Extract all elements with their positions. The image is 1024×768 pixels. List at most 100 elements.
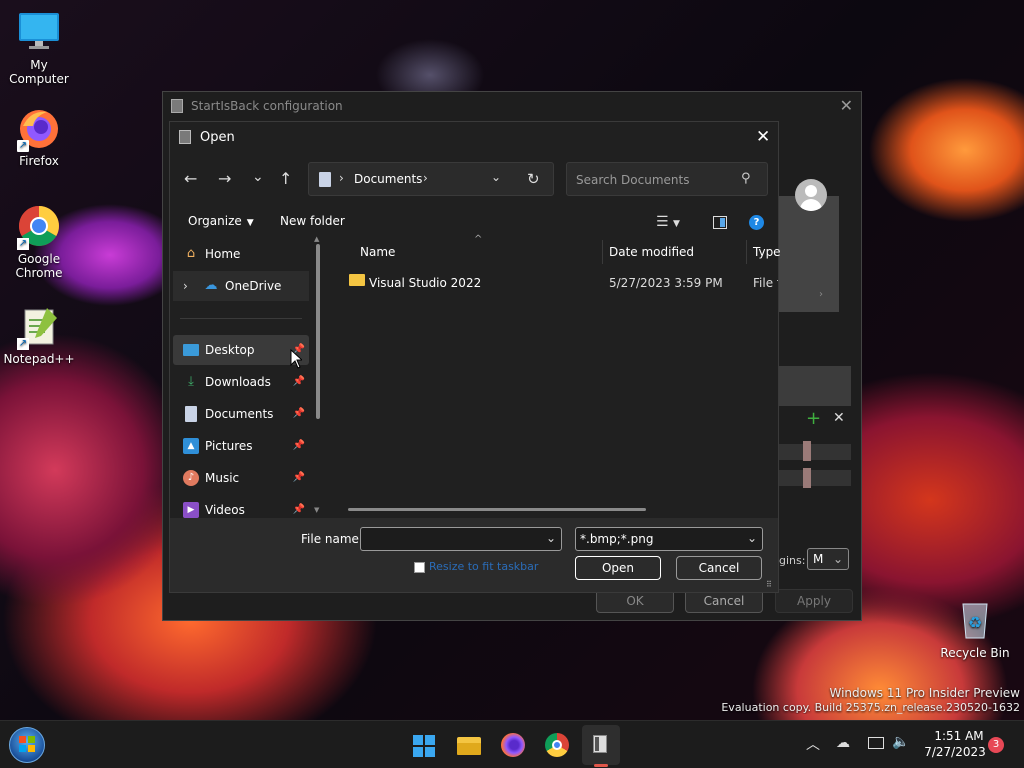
dialog-title: Open [200,130,235,145]
display-icon[interactable] [868,737,884,749]
file-type: File fo [753,276,778,290]
app-icon [179,130,191,144]
slider-track-2[interactable] [779,470,851,486]
chevron-right-icon: › [423,171,428,185]
firefox-icon[interactable] [498,730,528,760]
help-icon[interactable]: ? [749,215,764,230]
home-icon: ⌂ [186,246,196,261]
watermark-line2: Evaluation copy. Build 25375.zn_release.… [721,701,1020,714]
volume-icon[interactable]: 🔈 [892,734,909,750]
column-header-type[interactable]: Type [753,245,781,259]
new-folder-button[interactable]: New folder [280,214,345,228]
window-title: StartIsBack configuration [191,99,343,113]
pictures-icon: ▲ [183,438,199,454]
back-arrow-icon[interactable]: ← [184,169,197,188]
desktop-icon [183,344,199,356]
breadcrumb[interactable]: Documents [354,172,422,186]
document-icon [185,406,197,422]
clock-time[interactable]: 1:51 AM [934,729,984,743]
nav-scrollbar[interactable] [316,244,320,419]
pin-icon[interactable]: 📌 [293,399,305,429]
slider-track-1[interactable] [779,444,851,460]
clock-date[interactable]: 7/27/2023 [924,745,986,759]
close-icon[interactable]: ✕ [840,92,853,120]
monitor-icon [17,10,61,54]
recycle-bin-icon: ♻ [953,598,997,642]
pin-icon[interactable]: 📌 [293,463,305,493]
chevron-down-icon[interactable]: ⌄ [491,170,501,184]
resize-grip-icon[interactable]: ⠿ [766,580,772,589]
column-header-date[interactable]: Date modified [609,245,694,259]
resize-checkbox-label[interactable]: Resize to fit taskbar [429,560,538,573]
windows-logo-icon [19,736,35,752]
file-explorer-icon[interactable] [454,730,484,760]
margins-select[interactable]: M ⌄ [807,548,849,570]
pin-icon[interactable]: 📌 [293,431,305,461]
nav-item-home[interactable]: ⌂ Home [173,239,309,269]
desktop-icon-chrome[interactable]: ↗ Google Chrome [0,204,78,280]
file-date: 5/27/2023 3:59 PM [609,276,723,290]
nav-item-music[interactable]: ♪ Music 📌 [173,463,309,493]
open-button[interactable]: Open [575,556,661,580]
chevron-right-icon[interactable]: › [183,271,188,301]
up-arrow-icon[interactable]: ↑ [279,169,292,188]
slider-thumb-2[interactable] [803,468,811,488]
table-row[interactable]: Visual Studio 2022 5/27/2023 3:59 PM Fil… [340,269,778,295]
panel-section [779,366,851,406]
dialog-titlebar: Open ✕ [170,122,778,152]
window-titlebar: StartIsBack configuration ✕ [163,92,861,120]
preview-pane-icon[interactable] [713,216,727,229]
nav-item-pictures[interactable]: ▲ Pictures 📌 [173,431,309,461]
nav-item-desktop[interactable]: Desktop 📌 [173,335,309,365]
file-type-select[interactable]: *.bmp;*.png ⌄ [575,527,763,551]
view-menu-icon[interactable]: ☰ ▼ [656,214,680,230]
refresh-icon[interactable]: ↻ [527,170,540,188]
chrome-icon: ↗ [17,204,61,250]
file-name-input[interactable]: ⌄ [360,527,562,551]
desktop-icon-my-computer[interactable]: My Computer [0,10,78,86]
chevron-down-icon[interactable]: ⌄ [747,531,757,545]
remove-icon[interactable]: ✕ [833,410,845,426]
nav-item-documents[interactable]: Documents 📌 [173,399,309,429]
desktop-icon-recycle-bin[interactable]: ♻ Recycle Bin [936,598,1014,660]
file-name: Visual Studio 2022 [369,276,482,290]
videos-icon: ▶ [183,502,199,518]
network-offline-icon[interactable]: ☁ [836,735,850,751]
column-header-name[interactable]: Name [360,245,395,259]
avatar[interactable] [795,179,827,211]
scroll-up-icon[interactable]: ▲ [314,235,319,243]
address-bar[interactable]: › Documents › ⌄ ↻ [308,162,554,196]
open-file-dialog: Open ✕ ← → ⌄ ↑ › Documents › ⌄ ↻ Search … [169,121,781,593]
chevron-down-icon[interactable]: ⌄ [252,169,264,185]
forward-arrow-icon[interactable]: → [218,169,231,188]
pin-icon[interactable]: 📌 [293,367,305,397]
search-icon: ⚲ [741,171,751,186]
close-icon[interactable]: ✕ [756,127,770,147]
organize-button[interactable]: Organize ▼ [188,214,254,228]
nav-item-onedrive[interactable]: › ☁ OneDrive [173,271,309,301]
apply-button[interactable]: Apply [775,589,853,613]
margins-label: gins: [779,554,806,567]
nav-item-downloads[interactable]: ⤓ Downloads 📌 [173,367,309,397]
resize-checkbox[interactable] [414,562,425,573]
horizontal-scrollbar[interactable] [348,508,646,511]
chrome-icon[interactable] [542,730,572,760]
cancel-button[interactable]: Cancel [676,556,762,580]
search-input[interactable]: Search Documents ⚲ [566,162,768,196]
add-icon[interactable]: + [806,408,821,429]
document-icon [319,172,331,187]
slider-thumb-1[interactable] [803,441,811,461]
download-icon: ⤓ [188,374,194,389]
desktop-icon-firefox[interactable]: ↗ Firefox [0,106,78,168]
desktop-icon-notepadpp[interactable]: ↗ Notepad++ [0,304,78,366]
chevron-right-icon[interactable]: › [819,289,823,300]
scroll-down-icon[interactable]: ▼ [314,506,319,514]
chevron-up-icon[interactable]: ︿ [806,734,820,754]
column-divider[interactable] [602,240,603,264]
startisback-app-icon[interactable] [586,730,616,760]
chevron-down-icon[interactable]: ⌄ [546,531,556,545]
windows-start-icon[interactable] [409,730,439,760]
folder-icon [349,274,365,286]
column-divider[interactable] [746,240,747,264]
notification-badge[interactable]: 3 [988,737,1004,753]
